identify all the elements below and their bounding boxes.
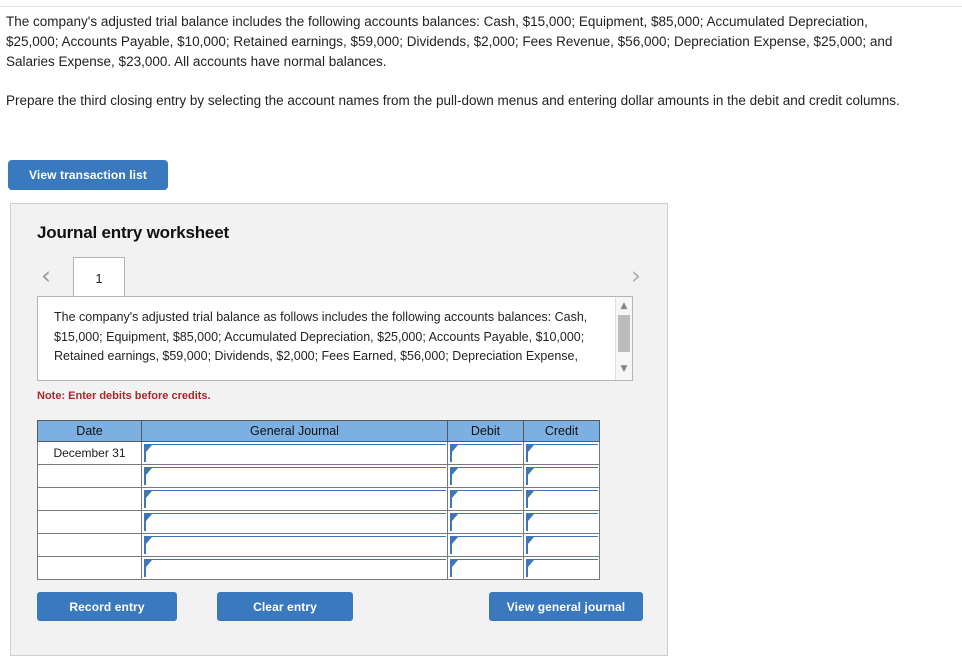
- problem-paragraph-1: The company's adjusted trial balance inc…: [6, 14, 893, 69]
- account-name-dropdown-cell[interactable]: [141, 556, 448, 580]
- account-name-dropdown[interactable]: [144, 559, 446, 577]
- account-name-dropdown-cell[interactable]: [141, 487, 448, 511]
- table-row: [37, 556, 600, 580]
- credit-input[interactable]: [526, 513, 598, 531]
- entry-prompt-box: The company's adjusted trial balance as …: [37, 296, 633, 381]
- previous-entry-chevron-icon[interactable]: ‹: [35, 263, 57, 291]
- view-transaction-list-button[interactable]: View transaction list: [8, 160, 168, 190]
- account-name-dropdown-cell[interactable]: [141, 510, 448, 534]
- record-entry-button[interactable]: Record entry: [37, 592, 177, 621]
- debit-input-cell[interactable]: [447, 441, 524, 465]
- table-row: [37, 464, 600, 488]
- account-name-dropdown[interactable]: [144, 444, 446, 462]
- account-name-dropdown-cell[interactable]: [141, 533, 448, 557]
- view-general-journal-button[interactable]: View general journal: [489, 592, 643, 621]
- credit-input[interactable]: [526, 559, 598, 577]
- journal-entry-worksheet-panel: Journal entry worksheet ‹ 1 › The compan…: [10, 203, 668, 656]
- table-header-row: Date General Journal Debit Credit: [37, 420, 600, 442]
- account-name-dropdown[interactable]: [144, 490, 446, 508]
- scroll-down-arrow-icon[interactable]: ▼: [616, 362, 632, 376]
- debit-input-cell[interactable]: [447, 556, 524, 580]
- problem-statement: The company's adjusted trial balance inc…: [6, 12, 924, 111]
- debit-input[interactable]: [450, 444, 522, 462]
- table-row: [37, 510, 600, 534]
- date-cell[interactable]: December 31: [37, 441, 142, 465]
- account-name-dropdown-cell[interactable]: [141, 441, 448, 465]
- entry-prompt-text: The company's adjusted trial balance as …: [54, 310, 588, 363]
- credit-input[interactable]: [526, 467, 598, 485]
- next-entry-chevron-icon[interactable]: ›: [625, 263, 647, 291]
- credit-input-cell[interactable]: [523, 464, 600, 488]
- date-cell[interactable]: [37, 464, 142, 488]
- worksheet-tab-1[interactable]: 1: [73, 257, 125, 298]
- clear-entry-button[interactable]: Clear entry: [217, 592, 353, 621]
- date-cell[interactable]: [37, 556, 142, 580]
- debit-input[interactable]: [450, 513, 522, 531]
- account-name-dropdown[interactable]: [144, 536, 446, 554]
- debit-input-cell[interactable]: [447, 487, 524, 511]
- scroll-up-arrow-icon[interactable]: ▲: [616, 299, 632, 313]
- table-row: December 31: [37, 441, 600, 465]
- credit-input-cell[interactable]: [523, 556, 600, 580]
- debit-input[interactable]: [450, 490, 522, 508]
- journal-entry-table: Date General Journal Debit Credit Decemb…: [37, 420, 600, 580]
- column-header-debit: Debit: [447, 420, 524, 442]
- debits-before-credits-note: Note: Enter debits before credits.: [37, 390, 211, 402]
- date-cell[interactable]: [37, 533, 142, 557]
- debit-input[interactable]: [450, 559, 522, 577]
- account-name-dropdown-cell[interactable]: [141, 464, 448, 488]
- credit-input-cell[interactable]: [523, 487, 600, 511]
- debit-input-cell[interactable]: [447, 510, 524, 534]
- credit-input-cell[interactable]: [523, 510, 600, 534]
- scrollbar-thumb[interactable]: [618, 315, 630, 352]
- debit-input-cell[interactable]: [447, 464, 524, 488]
- credit-input-cell[interactable]: [523, 533, 600, 557]
- column-header-date: Date: [37, 420, 142, 442]
- credit-input[interactable]: [526, 490, 598, 508]
- debit-input[interactable]: [450, 536, 522, 554]
- credit-input[interactable]: [526, 444, 598, 462]
- problem-paragraph-2: Prepare the third closing entry by selec…: [6, 93, 900, 108]
- column-header-credit: Credit: [523, 420, 600, 442]
- worksheet-title: Journal entry worksheet: [37, 223, 229, 242]
- debit-input-cell[interactable]: [447, 533, 524, 557]
- worksheet-tab-strip: ‹ 1 ›: [35, 256, 647, 298]
- date-cell[interactable]: [37, 487, 142, 511]
- credit-input-cell[interactable]: [523, 441, 600, 465]
- prompt-scrollbar[interactable]: ▲ ▼: [615, 297, 632, 380]
- debit-input[interactable]: [450, 467, 522, 485]
- credit-input[interactable]: [526, 536, 598, 554]
- column-header-general-journal: General Journal: [141, 420, 448, 442]
- top-divider: [0, 6, 962, 7]
- table-row: [37, 533, 600, 557]
- account-name-dropdown[interactable]: [144, 513, 446, 531]
- table-row: [37, 487, 600, 511]
- account-name-dropdown[interactable]: [144, 467, 446, 485]
- date-cell[interactable]: [37, 510, 142, 534]
